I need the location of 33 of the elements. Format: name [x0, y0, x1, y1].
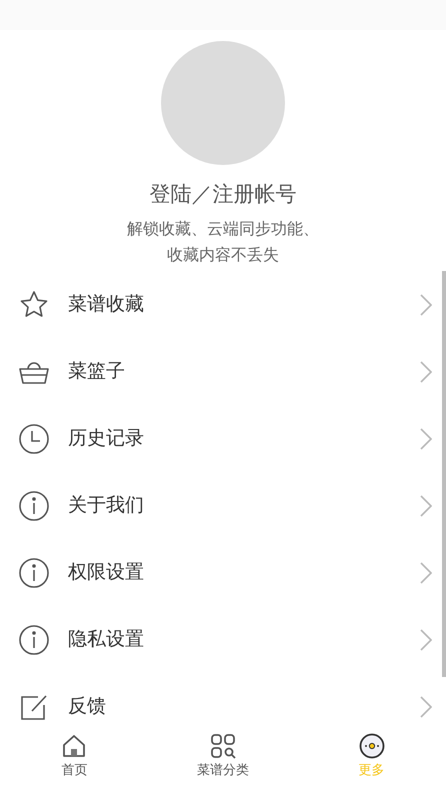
chevron-icon	[420, 696, 432, 718]
menu-label: 菜篮子	[68, 359, 126, 384]
menu-item[interactable]: 菜篮子	[0, 338, 446, 405]
more-icon	[358, 733, 385, 760]
menu-label: 反馈	[68, 694, 107, 720]
menu-item[interactable]: 历史记录	[0, 405, 446, 472]
chevron-icon	[420, 628, 432, 650]
menu-item[interactable]: 关于我们	[0, 472, 446, 539]
nav-tab[interactable]: 菜谱分类	[148, 722, 298, 792]
clock-icon	[18, 422, 50, 454]
info-icon	[18, 556, 50, 588]
info-icon	[18, 490, 50, 522]
menu-label: 历史记录	[68, 426, 145, 452]
login-title[interactable]: 登陆／注册帐号	[150, 180, 296, 208]
chevron-icon	[420, 494, 432, 516]
subtitle-text: 收藏内容不丢失	[167, 244, 279, 266]
menu-item[interactable]: 菜谱收藏	[0, 271, 446, 338]
chevron-icon	[420, 294, 432, 316]
chevron-icon	[420, 360, 432, 382]
nav-tab[interactable]: 首页	[0, 722, 149, 792]
menu-item[interactable]: 隐私设置	[0, 606, 446, 673]
home-icon	[61, 733, 88, 760]
menu-item[interactable]: 权限设置	[0, 539, 446, 606]
subtitle-text: 解锁收藏、云端同步功能、	[127, 218, 319, 240]
info-icon	[18, 624, 50, 656]
menu-label: 菜谱收藏	[68, 292, 145, 318]
menu-label: 隐私设置	[68, 627, 145, 652]
menu-label: 关于我们	[68, 493, 145, 518]
grid-icon	[210, 733, 236, 760]
menu-label: 权限设置	[68, 560, 145, 586]
chevron-icon	[420, 562, 432, 584]
chevron-icon	[420, 428, 432, 450]
menu-item[interactable]: 反馈	[0, 673, 446, 722]
